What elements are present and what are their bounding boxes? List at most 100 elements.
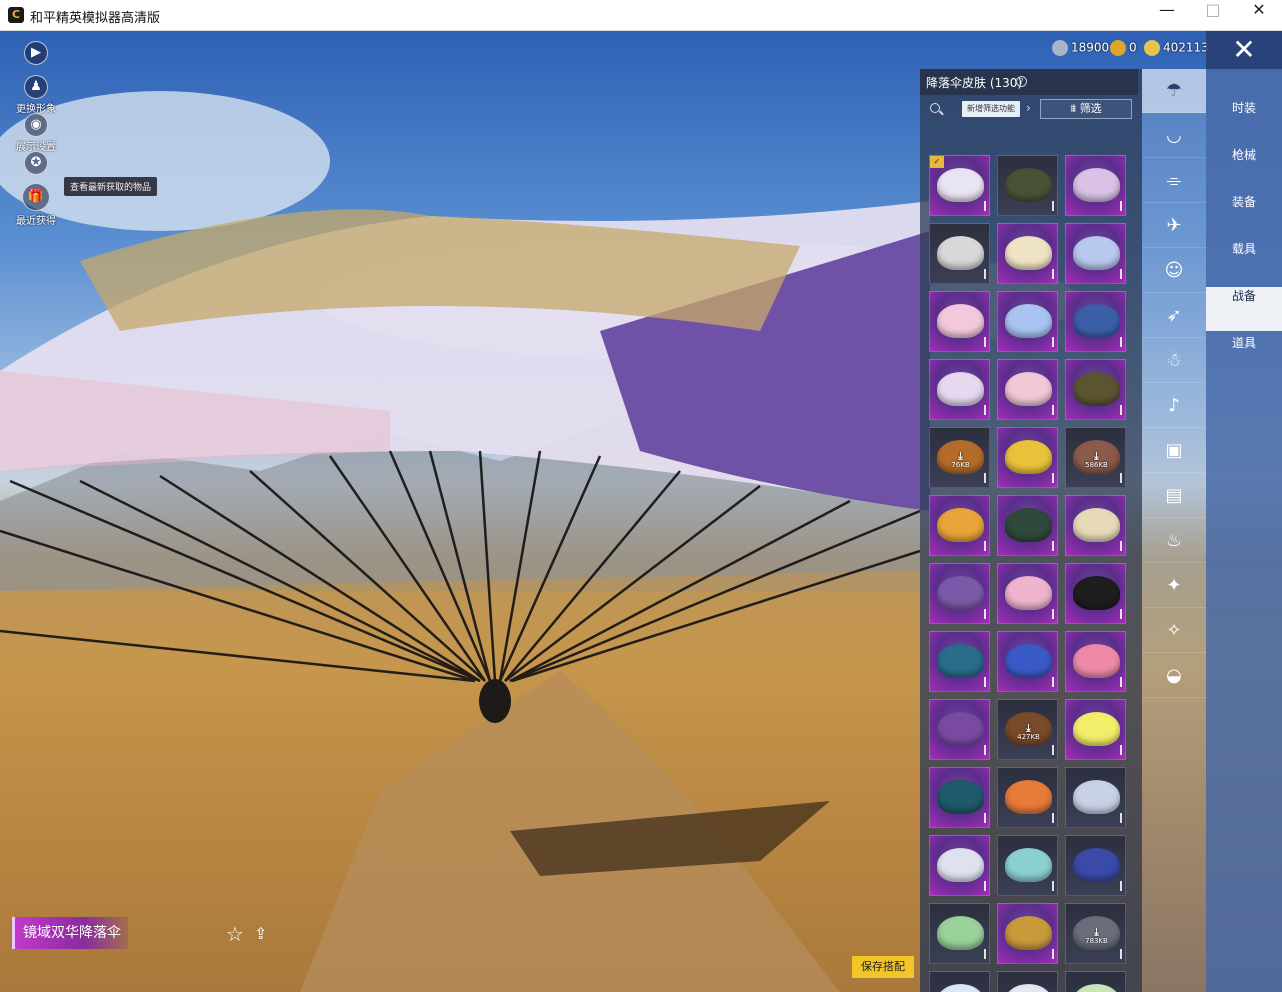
skin-tile[interactable]: [929, 903, 990, 964]
skin-tile[interactable]: ⤓ 427KB: [997, 699, 1058, 760]
parachute-thumbnail: [1073, 848, 1120, 882]
download-icon: ⤓: [1094, 451, 1099, 462]
menu-item[interactable]: 时装: [1206, 99, 1282, 143]
badge-icon: ✪: [24, 151, 48, 175]
tail-icon[interactable]: ◒: [1142, 654, 1206, 698]
filter-button[interactable]: ⩩ 筛选: [1040, 99, 1132, 119]
skin-tile[interactable]: [997, 427, 1058, 488]
skin-tile[interactable]: [929, 359, 990, 420]
menu-item[interactable]: 枪械: [1206, 146, 1282, 190]
skin-tile[interactable]: [929, 699, 990, 760]
extinguisher-icon[interactable]: ♨: [1142, 519, 1206, 563]
maximize-button[interactable]: □: [1190, 0, 1236, 31]
parachute-icon[interactable]: ☂: [1142, 69, 1206, 113]
skin-tile[interactable]: [929, 223, 990, 284]
skin-tile[interactable]: [929, 835, 990, 896]
skin-tile[interactable]: [997, 903, 1058, 964]
skin-tile[interactable]: [1065, 359, 1126, 420]
skin-tile[interactable]: [1065, 631, 1126, 692]
change-look-button[interactable]: ♟ 更换形象: [8, 75, 64, 115]
photo-icon[interactable]: ▤: [1142, 474, 1206, 518]
skin-tile[interactable]: [929, 291, 990, 352]
badge-button[interactable]: ✪: [8, 151, 64, 175]
menu-item[interactable]: 装备: [1206, 193, 1282, 237]
tile-indicator: [984, 473, 986, 483]
skin-tile[interactable]: [1065, 767, 1126, 828]
save-outfit-button[interactable]: 保存搭配: [852, 956, 914, 978]
skin-tile[interactable]: [997, 495, 1058, 556]
skin-tile[interactable]: [1065, 971, 1126, 992]
menu-item[interactable]: 战备: [1206, 287, 1282, 331]
close-window-button[interactable]: ✕: [1236, 0, 1282, 31]
emote-icon[interactable]: ☺: [1142, 249, 1206, 293]
help-icon[interactable]: ?: [1016, 76, 1027, 87]
parachute-thumbnail: [1005, 236, 1052, 270]
skin-tile[interactable]: [997, 359, 1058, 420]
tile-indicator: [1120, 881, 1122, 891]
download-size: ⤓ 783KB: [1066, 928, 1125, 946]
expand-button[interactable]: ▶: [8, 41, 64, 65]
skin-tile[interactable]: [997, 971, 1058, 992]
skin-tile[interactable]: [1065, 291, 1126, 352]
skin-tile[interactable]: [929, 495, 990, 556]
plane-icon[interactable]: ✈: [1142, 204, 1206, 248]
skin-tile[interactable]: [997, 835, 1058, 896]
recent-items-button[interactable]: 🎁 最近获得: [8, 183, 64, 227]
skin-tile[interactable]: ⤓ 586KB: [1065, 427, 1126, 488]
skin-tile[interactable]: [929, 767, 990, 828]
parachute-thumbnail: [937, 508, 984, 542]
robot-icon[interactable]: ☃: [1142, 339, 1206, 383]
skin-tile[interactable]: [1065, 155, 1126, 216]
favorite-star-icon[interactable]: ☆: [226, 923, 248, 945]
parachute-thumbnail: [1005, 372, 1052, 406]
skin-tile[interactable]: [997, 767, 1058, 828]
share-icon[interactable]: ⇪: [254, 923, 276, 945]
minimize-button[interactable]: —: [1144, 0, 1190, 31]
tile-indicator: [984, 949, 986, 959]
filter-row: 新增筛选功能 › ⩩ 筛选: [926, 99, 1132, 121]
tile-indicator: [984, 405, 986, 415]
menu-item[interactable]: 道具: [1206, 334, 1282, 378]
skin-tile[interactable]: [929, 631, 990, 692]
skin-tile[interactable]: [997, 291, 1058, 352]
skin-tile[interactable]: ⤓ 76KB: [929, 427, 990, 488]
skin-tile[interactable]: [1065, 699, 1126, 760]
tile-indicator: [1052, 201, 1054, 211]
skin-tile[interactable]: [929, 563, 990, 624]
display-settings-button[interactable]: ◉ 展示设置: [8, 113, 64, 153]
tile-indicator: [1052, 949, 1054, 959]
tile-indicator: [1120, 813, 1122, 823]
skin-tile[interactable]: [997, 631, 1058, 692]
search-icon[interactable]: [930, 103, 940, 113]
skin-tile[interactable]: [997, 563, 1058, 624]
skin-tile[interactable]: [997, 155, 1058, 216]
drone-icon[interactable]: ⌯: [1142, 159, 1206, 203]
box-icon[interactable]: ▣: [1142, 429, 1206, 473]
download-size-label: 783KB: [1085, 937, 1108, 945]
parachute-thumbnail: [1005, 440, 1052, 474]
skin-tile[interactable]: [929, 971, 990, 992]
parachute-thumbnail: [937, 984, 984, 992]
new-filter-hint: 新增筛选功能: [962, 101, 1020, 117]
glider-icon[interactable]: ➶: [1142, 294, 1206, 338]
tile-indicator: [984, 745, 986, 755]
skin-tile[interactable]: ⤓ 783KB: [1065, 903, 1126, 964]
skin-tile[interactable]: [997, 223, 1058, 284]
tile-indicator: [1120, 949, 1122, 959]
skin-tile[interactable]: [1065, 223, 1126, 284]
parachute-thumbnail: [1005, 916, 1052, 950]
wand-icon[interactable]: ✧: [1142, 609, 1206, 653]
speaker-icon[interactable]: ♪: [1142, 384, 1206, 428]
skin-tile[interactable]: [1065, 563, 1126, 624]
skin-tile[interactable]: [1065, 495, 1126, 556]
spark-icon[interactable]: ✦: [1142, 564, 1206, 608]
item-name: 镜域双华降落伞: [12, 917, 128, 949]
parachute-thumbnail: [937, 236, 984, 270]
menu-item[interactable]: 载具: [1206, 240, 1282, 284]
skin-tile[interactable]: ✓: [929, 155, 990, 216]
close-panel-button[interactable]: ✕: [1206, 31, 1282, 69]
tile-indicator: [1052, 677, 1054, 687]
download-icon: ⤓: [958, 451, 963, 462]
eye-wing-icon[interactable]: ◡: [1142, 114, 1206, 158]
skin-tile[interactable]: [1065, 835, 1126, 896]
